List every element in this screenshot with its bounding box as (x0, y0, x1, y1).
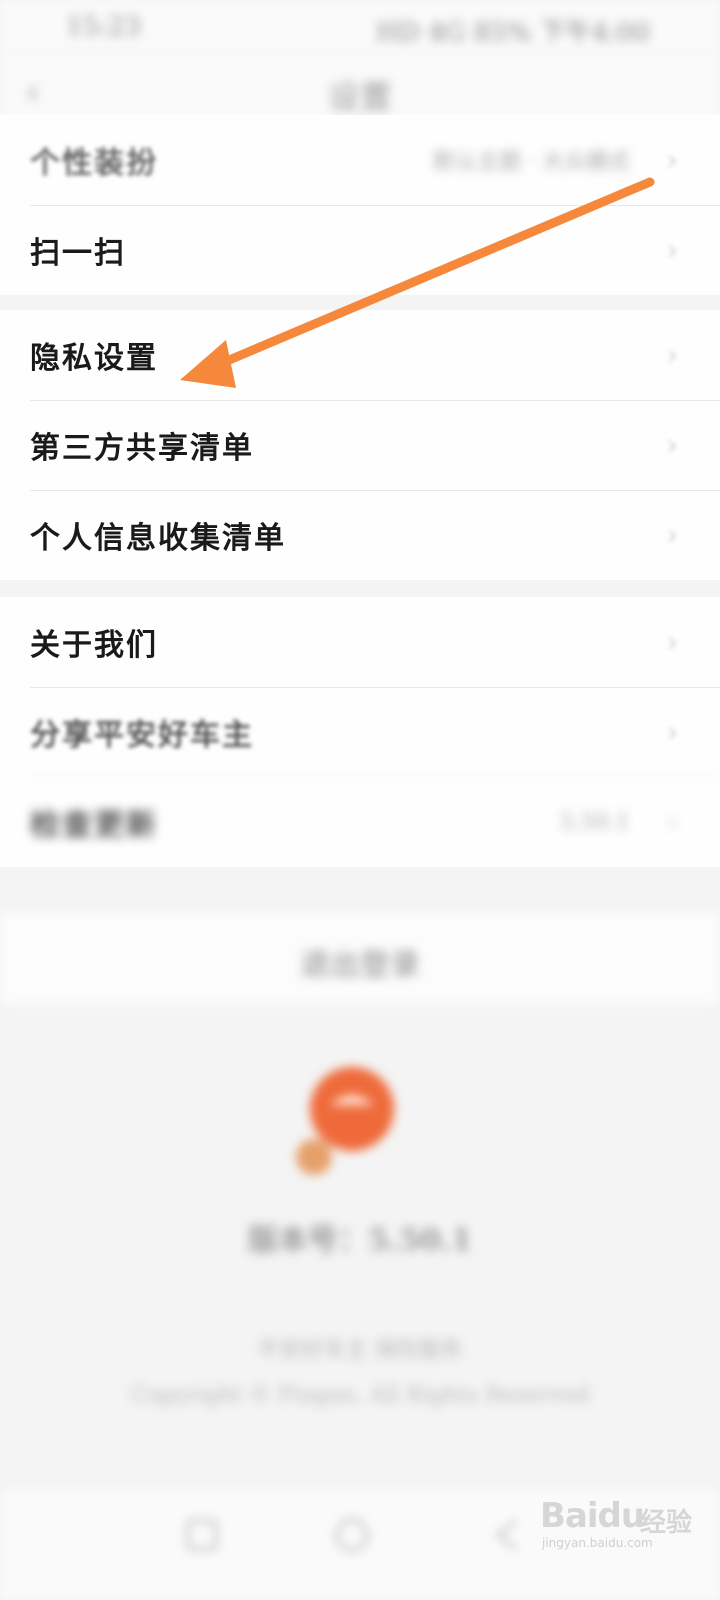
settings-item-label: 分享平安好车主 (30, 718, 254, 753)
settings-item-appearance[interactable]: 个性装扮 默认主题 · 大众模式 › (0, 115, 720, 205)
chevron-right-icon: › (666, 714, 678, 750)
settings-item-personal-info[interactable]: 个人信息收集清单 › (0, 490, 720, 580)
settings-screen: 15:23 HD 4G 85% 下午4:00 ‹ 设置 个性装扮 默认主题 · … (0, 0, 720, 1600)
logout-button[interactable]: 退出登录 (0, 912, 720, 1004)
watermark-url: jingyan.baidu.com (542, 1536, 653, 1550)
watermark-cn: 经验 (640, 1508, 693, 1538)
settings-item-value: 5.50.1 (560, 809, 630, 835)
settings-item-scan[interactable]: 扫一扫 › (0, 205, 720, 295)
footer-note: 平安好车主 保险服务 (257, 1338, 463, 1363)
chevron-right-icon: › (666, 427, 678, 463)
status-indicators: HD 4G 85% 下午4:00 (376, 18, 650, 48)
chevron-right-icon: › (666, 517, 678, 553)
settings-group-2: 隐私设置 › 第三方共享清单 › 个人信息收集清单 › (0, 310, 720, 580)
baidu-watermark: Baidu 经验 jingyan.baidu.com (540, 1490, 710, 1550)
back-nav-icon[interactable] (488, 1515, 528, 1555)
chevron-right-icon: › (666, 337, 678, 373)
status-bar: 15:23 HD 4G 85% 下午4:00 (0, 0, 720, 52)
menu-icon[interactable] (182, 1515, 222, 1555)
settings-item-label: 个人信息收集清单 (30, 521, 286, 556)
settings-item-label: 关于我们 (30, 628, 158, 663)
settings-item-label: 个性装扮 (30, 146, 158, 181)
status-time: 15:23 (66, 12, 141, 42)
version-label: 版本号：5.50.1 (247, 1223, 473, 1258)
settings-item-value: 默认主题 · 大众模式 (433, 150, 630, 175)
logout-label: 退出登录 (300, 948, 420, 983)
settings-group-1: 个性装扮 默认主题 · 大众模式 › 扫一扫 › (0, 115, 720, 295)
settings-item-label: 隐私设置 (30, 341, 158, 376)
settings-item-label: 第三方共享清单 (30, 431, 254, 466)
settings-item-third-party-share[interactable]: 第三方共享清单 › (0, 400, 720, 490)
settings-item-label: 检查更新 (30, 808, 158, 843)
chevron-right-icon: › (666, 624, 678, 660)
copyright: Copyright © Pingan. All Rights Reserved (130, 1383, 590, 1408)
app-logo-icon (296, 1067, 394, 1175)
chevron-right-icon: › (666, 232, 678, 268)
settings-item-label: 扫一扫 (30, 236, 126, 271)
chevron-right-icon: › (666, 804, 678, 840)
page-title: 设置 (327, 78, 392, 116)
settings-item-privacy[interactable]: 隐私设置 › (0, 310, 720, 400)
chevron-right-icon: › (666, 142, 678, 178)
home-icon[interactable] (332, 1515, 372, 1555)
settings-group-3: 关于我们 › 分享平安好车主 › 检查更新 5.50.1 › (0, 597, 720, 867)
settings-item-check-update[interactable]: 检查更新 5.50.1 › (0, 777, 720, 867)
watermark-brand: Baidu (540, 1496, 645, 1536)
settings-item-share-app[interactable]: 分享平安好车主 › (0, 687, 720, 777)
settings-item-about[interactable]: 关于我们 › (0, 597, 720, 687)
